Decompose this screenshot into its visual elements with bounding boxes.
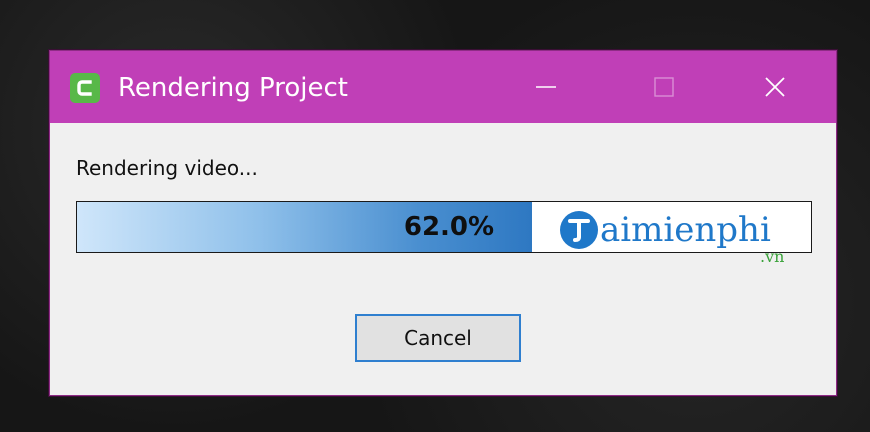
title-bar[interactable]: Rendering Project [50, 51, 836, 123]
window-title: Rendering Project [118, 73, 348, 103]
watermark-domain: .vn [760, 247, 785, 266]
cancel-button[interactable]: Cancel [355, 314, 521, 362]
camtasia-app-icon [70, 73, 100, 103]
close-button[interactable] [745, 51, 805, 123]
watermark-t-badge [560, 211, 598, 249]
maximize-button[interactable] [634, 51, 694, 123]
progress-percentage: 62.0% [403, 212, 495, 242]
minimize-button[interactable] [516, 51, 576, 123]
minimize-icon [536, 86, 556, 88]
status-label: Rendering video... [76, 156, 258, 180]
watermark-logo: aimienphi .vn [560, 207, 820, 273]
watermark-text: aimienphi [600, 210, 771, 250]
rendering-dialog: Rendering Project Rendering video... 62.… [49, 50, 837, 396]
close-icon [765, 77, 785, 97]
maximize-icon [654, 77, 674, 97]
